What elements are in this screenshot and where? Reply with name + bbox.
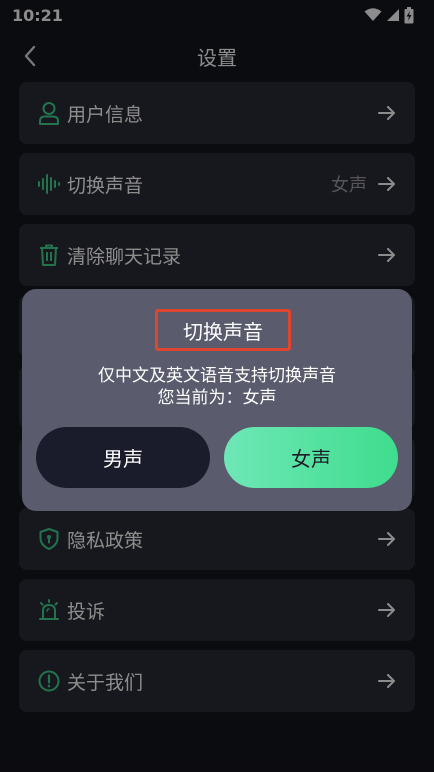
female-voice-button[interactable]: 女声 <box>224 427 398 488</box>
dialog-message: 仅中文及英文语音支持切换声音 您当前为：女声 <box>22 365 412 409</box>
dialog-title: 切换声音 <box>183 319 263 344</box>
dialog-title-highlight: 切换声音 <box>155 309 291 351</box>
dialog-message-line1: 仅中文及英文语音支持切换声音 <box>98 366 336 386</box>
male-voice-button[interactable]: 男声 <box>36 427 210 488</box>
switch-voice-dialog: 切换声音 仅中文及英文语音支持切换声音 您当前为：女声 男声 女声 <box>22 289 412 511</box>
dialog-message-line2: 您当前为：女声 <box>157 388 277 408</box>
